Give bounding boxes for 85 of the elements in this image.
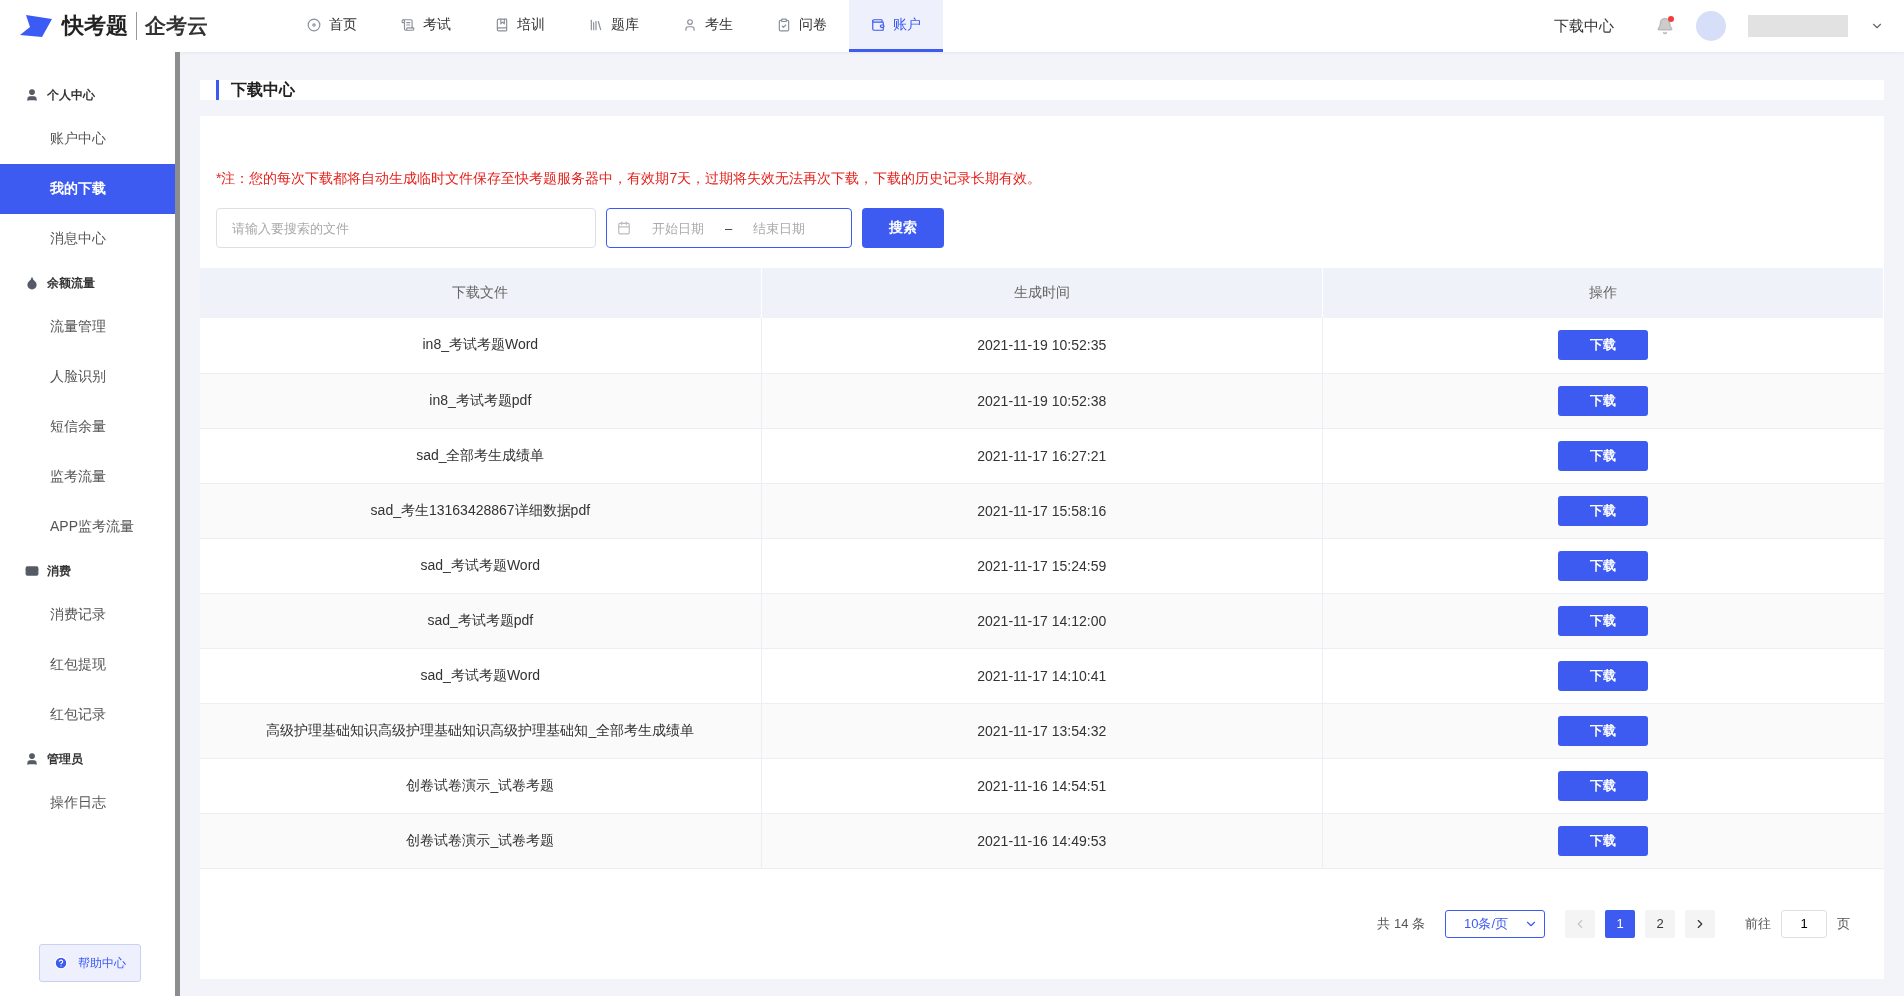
card-icon xyxy=(25,564,39,578)
table-cell: 2021-11-17 14:12:00 xyxy=(761,593,1323,648)
download-button[interactable]: 下载 xyxy=(1558,660,1649,691)
table-cell: 创卷试卷演示_试卷考题 xyxy=(200,758,762,813)
table-cell: sad_考试考题Word xyxy=(200,648,762,703)
table-cell: sad_考生13163428867详细数据pdf xyxy=(200,483,762,538)
table-cell: in8_考试考题Word xyxy=(200,318,762,373)
download-button[interactable]: 下载 xyxy=(1558,385,1649,416)
table-cell: 2021-11-17 16:27:21 xyxy=(761,428,1323,483)
nav-tab[interactable]: 考试 xyxy=(379,0,473,52)
column-header: 下载文件 xyxy=(200,268,762,318)
nav-tab[interactable]: 首页 xyxy=(285,0,379,52)
sidebar-item[interactable]: 红包记录 xyxy=(0,690,175,740)
sidebar-group-title: 管理员 xyxy=(0,740,175,778)
sidebar-item[interactable]: 流量管理 xyxy=(0,302,175,352)
table-cell: 2021-11-16 14:54:51 xyxy=(761,758,1323,813)
date-range-field[interactable]: 开始日期 – 结束日期 xyxy=(606,208,852,248)
download-button[interactable]: 下载 xyxy=(1558,440,1649,471)
page-size-select[interactable]: 10条/页 xyxy=(1445,909,1545,938)
next-page-button[interactable] xyxy=(1685,909,1715,938)
nav-tab[interactable]: 题库 xyxy=(567,0,661,52)
sidebar-group-title: 个人中心 xyxy=(0,76,175,114)
download-button[interactable]: 下载 xyxy=(1558,495,1649,526)
download-button[interactable]: 下载 xyxy=(1558,825,1649,856)
table-cell: 2021-11-19 10:52:35 xyxy=(761,318,1323,373)
page-button[interactable]: 2 xyxy=(1645,909,1675,938)
bell-icon[interactable] xyxy=(1656,17,1674,35)
help-icon xyxy=(54,956,68,970)
avatar[interactable] xyxy=(1696,11,1726,41)
sidebar-group-title: 消费 xyxy=(0,552,175,590)
search-button[interactable]: 搜索 xyxy=(862,208,944,248)
page-button[interactable]: 1 xyxy=(1605,909,1635,938)
page-suffix: 页 xyxy=(1837,914,1850,933)
search-field[interactable]: 请输入要搜索的文件 xyxy=(216,208,596,248)
table-cell: sad_考试考题pdf xyxy=(200,593,762,648)
sidebar-item[interactable]: 红包提现 xyxy=(0,640,175,690)
column-header: 操作 xyxy=(1322,268,1884,318)
calendar-icon xyxy=(617,221,631,235)
table-cell: 2021-11-17 13:54:32 xyxy=(761,703,1323,758)
column-header: 生成时间 xyxy=(761,268,1323,318)
sidebar-item[interactable]: 操作日志 xyxy=(0,778,175,828)
sidebar-item[interactable]: 消息中心 xyxy=(0,214,175,264)
drop-icon xyxy=(25,276,39,290)
download-button[interactable]: 下载 xyxy=(1558,770,1649,801)
sidebar-item[interactable]: 账户中心 xyxy=(0,114,175,164)
download-button[interactable]: 下载 xyxy=(1558,605,1649,636)
notice-text: *注：您的每次下载都将自动生成临时文件保存至快考题服务器中，有效期7天，过期将失效无法再次下载，下载的历史记录长期有效。 xyxy=(216,170,1043,188)
sidebar-group-title: 余额流量 xyxy=(0,264,175,302)
table-cell: 高级护理基础知识高级护理基础知识高级护理基础知_全部考生成绩单 xyxy=(200,703,762,758)
page-title: 下载中心 xyxy=(216,80,295,100)
nav-tab[interactable]: 考生 xyxy=(661,0,755,52)
logo-icon xyxy=(20,13,54,39)
sidebar-item[interactable]: 人脸识别 xyxy=(0,352,175,402)
sidebar-item[interactable]: 消费记录 xyxy=(0,590,175,640)
nav-tab[interactable]: 培训 xyxy=(473,0,567,52)
person-icon xyxy=(25,88,39,102)
table-cell: 2021-11-17 14:10:41 xyxy=(761,648,1323,703)
sidebar-item[interactable]: APP监考流量 xyxy=(0,502,175,552)
goto-page-field[interactable]: 1 xyxy=(1781,909,1827,938)
sidebar-item[interactable]: 监考流量 xyxy=(0,452,175,502)
sidebar-item[interactable]: 我的下载 xyxy=(0,164,175,214)
candidate-icon xyxy=(683,17,697,32)
logo-name: 快考题 xyxy=(62,12,128,40)
download-button[interactable]: 下载 xyxy=(1558,715,1649,746)
person-icon xyxy=(25,752,39,766)
training-icon xyxy=(495,17,509,32)
table-cell: 2021-11-16 14:49:53 xyxy=(761,813,1323,868)
sidebar-item[interactable]: 短信余量 xyxy=(0,402,175,452)
total-count: 共 14 条 xyxy=(1377,914,1425,933)
table-cell: in8_考试考题pdf xyxy=(200,373,762,428)
range-separator: – xyxy=(725,220,733,236)
table-cell: 2021-11-19 10:52:38 xyxy=(761,373,1323,428)
table-cell: sad_考试考题Word xyxy=(200,538,762,593)
download-button[interactable]: 下载 xyxy=(1558,550,1649,581)
table-cell: sad_全部考生成绩单 xyxy=(200,428,762,483)
nav-tab[interactable]: 问卷 xyxy=(755,0,849,52)
logo-subtitle: 企考云 xyxy=(136,12,208,40)
goto-label: 前往 xyxy=(1745,914,1771,933)
table-cell: 2021-11-17 15:24:59 xyxy=(761,538,1323,593)
download-center-link[interactable]: 下载中心 xyxy=(1554,16,1614,36)
help-button[interactable]: 帮助中心 xyxy=(39,944,141,982)
download-button[interactable]: 下载 xyxy=(1558,330,1649,361)
table-cell: 创卷试卷演示_试卷考题 xyxy=(200,813,762,868)
table-cell: 2021-11-17 15:58:16 xyxy=(761,483,1323,538)
nav-tab[interactable]: 账户 xyxy=(849,0,943,52)
